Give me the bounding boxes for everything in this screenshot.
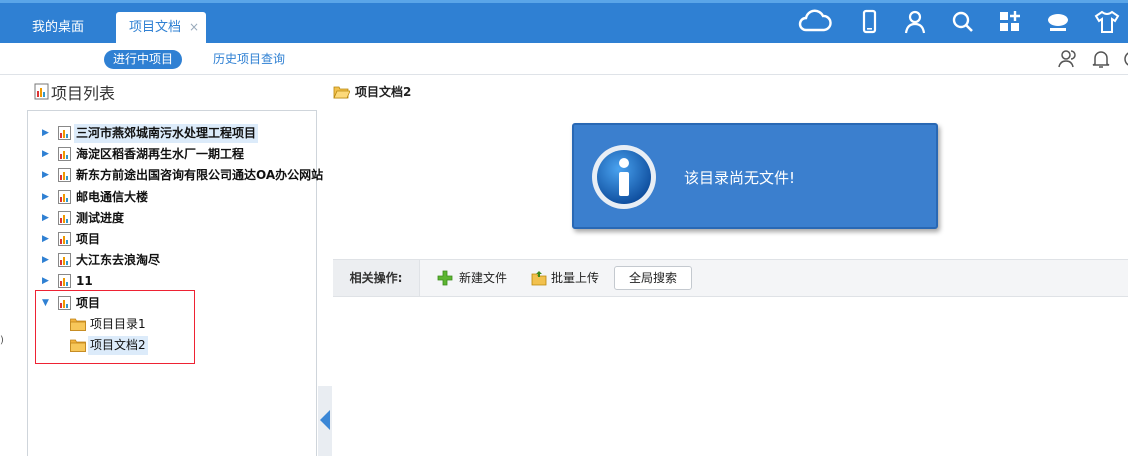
sub-nav-bar: 进行中项目 历史项目查询 [0,43,1128,75]
project-file-icon [58,253,71,268]
tree-node-label[interactable]: 11 [74,272,95,291]
add-icon [437,270,453,286]
operations-label: 相关操作: [333,260,420,296]
contacts-icon[interactable] [1058,49,1078,69]
project-file-icon [58,147,71,162]
in-progress-projects-tab[interactable]: 进行中项目 [104,50,183,69]
new-file-label: 新建文件 [459,271,508,285]
collapsed-arrow-icon[interactable]: ▶ [42,251,52,270]
collapsed-arrow-icon[interactable]: ▶ [42,188,52,207]
tree-node-label[interactable]: 新东方前途出国咨询有限公司通达OA办公网站 [74,166,325,185]
open-folder-icon [333,85,351,99]
tree-node-label[interactable]: 海淀区稻香湖再生水厂一期工程 [74,145,246,164]
project-file-icon [58,274,71,289]
operations-bar: 相关操作: 新建文件 批量上传 全局搜索 [333,259,1128,297]
upload-folder-icon [531,270,547,286]
search-icon[interactable] [950,9,976,35]
batch-upload-button[interactable]: 批量上传 [531,269,607,288]
more-icon[interactable] [1122,49,1128,69]
breadcrumb: 项目文档2 [333,83,411,101]
tab-project-docs[interactable]: 项目文档 × [116,12,206,43]
phone-icon[interactable] [856,9,882,35]
tree-node-label[interactable]: 测试进度 [74,209,126,228]
global-search-button[interactable]: 全局搜索 [614,266,692,290]
cloud-icon[interactable] [798,9,832,35]
collapsed-arrow-icon[interactable]: ▶ [42,230,52,249]
batch-upload-label: 批量上传 [551,271,600,285]
tree-node-label[interactable]: 三河市燕郊城南污水处理工程项目 [74,124,259,143]
shirt-icon[interactable] [1094,9,1120,35]
tree-node-label[interactable]: 项目 [74,230,102,249]
user-icon[interactable] [902,9,928,35]
chat-icon[interactable] [1045,9,1071,35]
tab-desktop[interactable]: 我的桌面 [0,12,116,43]
collapsed-arrow-icon[interactable]: ▶ [42,272,52,291]
collapsed-arrow-icon[interactable]: ▶ [42,166,52,185]
tree-node-label[interactable]: 大江东去浪淘尽 [74,251,162,270]
top-bar: 我的桌面 项目文档 × [0,0,1128,43]
highlight-outline [35,290,195,364]
collapse-panel-button[interactable] [318,386,332,456]
new-file-button[interactable]: 新建文件 [437,269,517,288]
collapse-arrow-icon [320,410,330,430]
project-file-icon [58,168,71,183]
empty-message-text: 该目录尚无文件! [684,169,796,187]
empty-directory-message: 该目录尚无文件! [572,123,938,229]
history-projects-link[interactable]: 历史项目查询 [213,50,285,69]
project-list-icon [34,83,49,106]
collapsed-arrow-icon[interactable]: ▶ [42,209,52,228]
breadcrumb-current: 项目文档2 [355,85,412,99]
apps-icon[interactable] [997,9,1023,35]
project-file-icon [58,126,71,140]
project-file-icon [58,232,71,246]
top-strip [0,0,1128,3]
left-edge-glyph: ) [0,335,4,346]
collapsed-arrow-icon[interactable]: ▶ [42,124,52,143]
project-list-title: 项目列表 [34,83,115,105]
project-file-icon [58,189,71,204]
collapsed-arrow-icon[interactable]: ▶ [42,145,52,164]
project-file-icon [58,210,71,225]
tab-close-icon[interactable]: × [189,12,199,43]
project-list-title-text: 项目列表 [51,84,116,103]
info-icon [590,143,658,211]
tab-project-docs-label: 项目文档 [129,20,182,35]
bell-icon[interactable] [1091,49,1111,69]
tree-node-label[interactable]: 邮电通信大楼 [74,188,150,207]
